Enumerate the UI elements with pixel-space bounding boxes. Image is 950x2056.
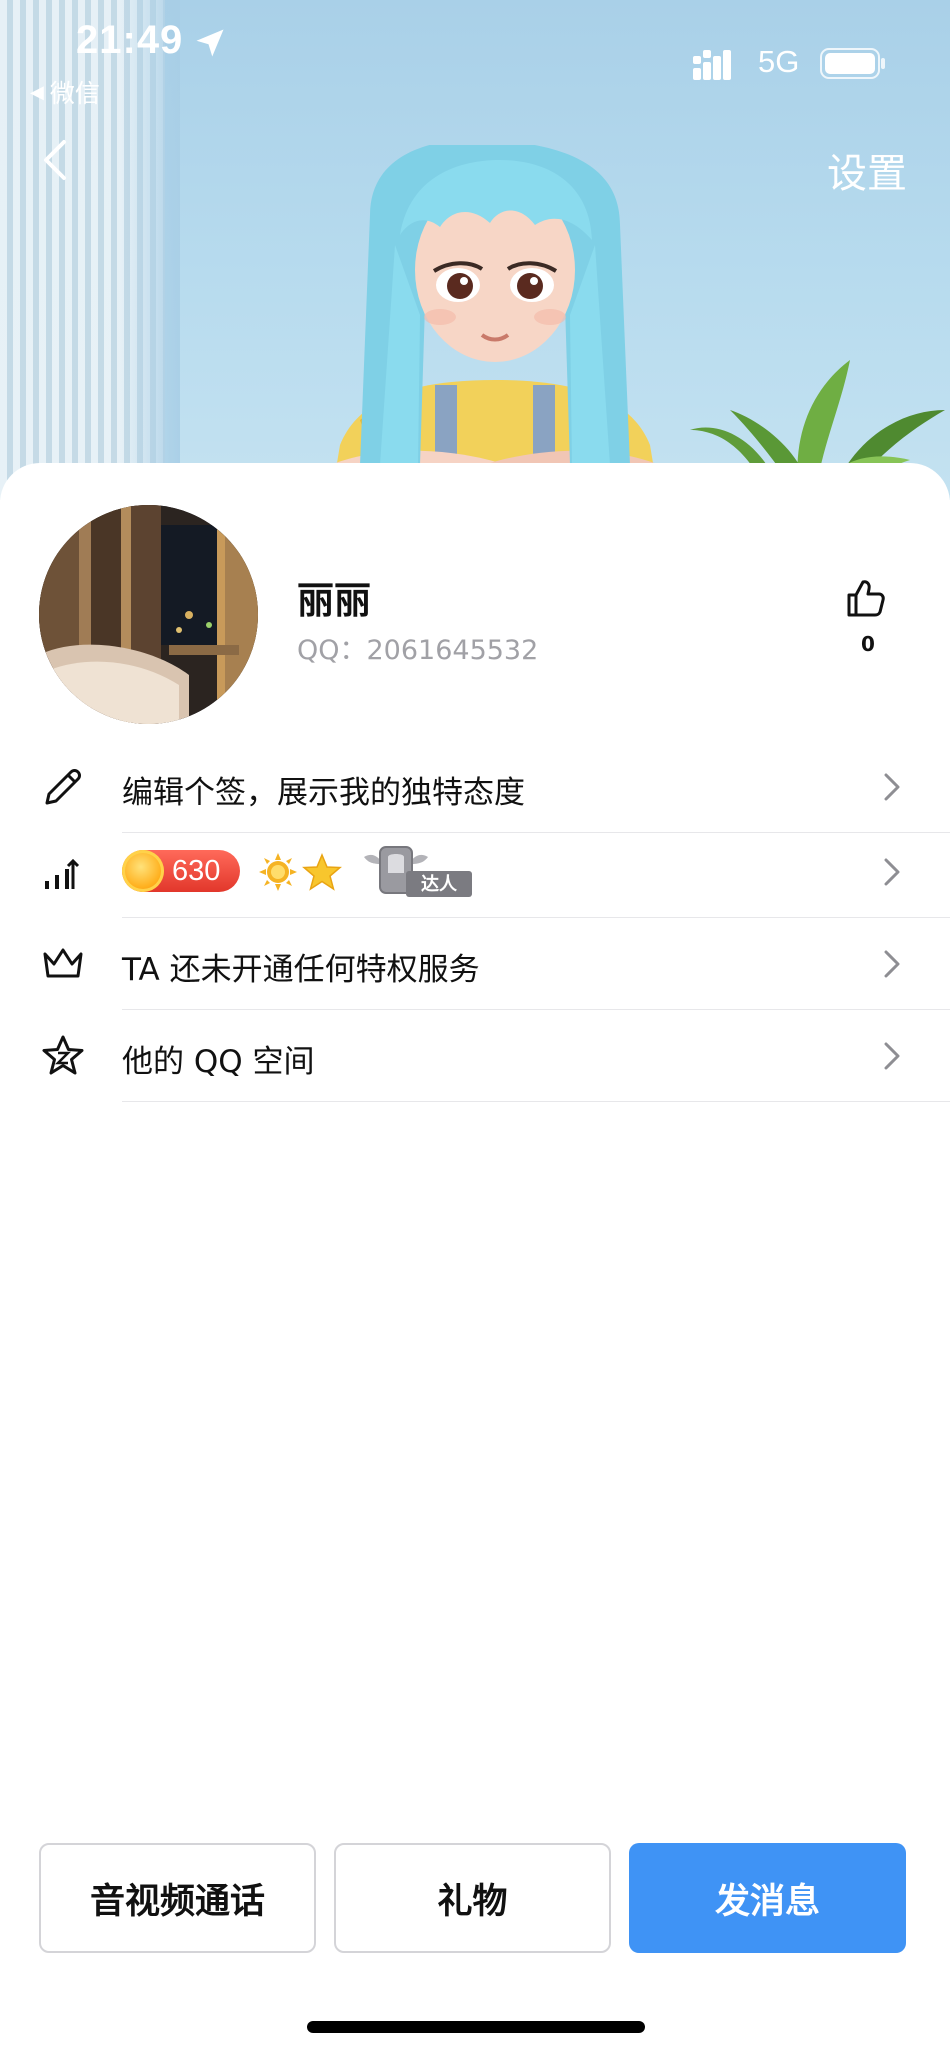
qq-level-badge: 630 (122, 850, 240, 892)
row-label: 编辑个签，展示我的独特态度 (122, 775, 525, 811)
row-label: 他的 QQ 空间 (122, 1044, 315, 1080)
daren-badge-text: 达人 (421, 873, 458, 895)
status-time: 21:49 (76, 18, 184, 62)
send-message-button[interactable]: 发消息 (629, 1843, 906, 1953)
chevron-right-icon (884, 950, 900, 978)
back-to-wechat-link[interactable]: ◀ 微信 (30, 74, 100, 110)
profile-nickname: 丽丽 (297, 579, 371, 622)
video-call-button[interactable]: 音视频通话 (39, 1843, 316, 1953)
level-sun-icon (122, 850, 164, 892)
back-triangle-icon: ◀ (30, 81, 44, 103)
profile-avatar[interactable] (39, 505, 258, 724)
row-qzone[interactable]: 他的 QQ 空间 (0, 1010, 950, 1102)
like-count: 0 (861, 632, 875, 656)
crown-icon (43, 948, 83, 978)
profile-qq-number: QQ：2061645532 (297, 635, 539, 666)
pencil-icon (45, 769, 81, 805)
back-app-label: 微信 (49, 79, 100, 108)
cover-avatar-illustration (310, 145, 680, 500)
home-indicator[interactable] (307, 2021, 645, 2033)
thumbs-up-icon[interactable] (845, 577, 887, 619)
level-star-icon (302, 853, 342, 891)
qq-level-value: 630 (172, 854, 221, 887)
chevron-right-icon (884, 773, 900, 801)
row-edit-signature[interactable]: 编辑个签，展示我的独特态度 (0, 741, 950, 833)
level-sun-icon (259, 853, 297, 891)
row-privileges[interactable]: TA 还未开通任何特权服务 (0, 918, 950, 1010)
settings-button[interactable]: 设置 (827, 141, 907, 199)
network-type: 5G (758, 44, 800, 79)
qzone-star-icon (42, 1035, 84, 1075)
chevron-right-icon (884, 858, 900, 886)
gift-button[interactable]: 礼物 (334, 1843, 611, 1953)
level-bars-icon (45, 858, 80, 889)
back-chevron-icon[interactable] (38, 138, 74, 182)
daren-badge-icon: 达人 (364, 846, 472, 897)
location-arrow-icon (196, 29, 224, 57)
cellular-signal-icon (693, 50, 731, 80)
profile-cover: 21:49 ◀ 微信 5G 设置 (0, 0, 950, 500)
battery-icon (820, 48, 885, 79)
chevron-right-icon (884, 1042, 900, 1070)
avatar-photo-image (39, 505, 258, 724)
row-label: TA 还未开通任何特权服务 (122, 952, 480, 988)
row-divider (122, 1101, 950, 1102)
